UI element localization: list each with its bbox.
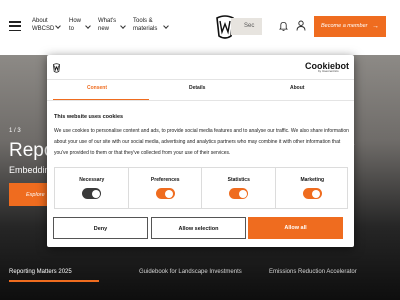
category-statistics: Statistics <box>202 168 276 208</box>
allow-all-button[interactable]: Allow all <box>248 217 343 239</box>
category-label: Marketing <box>300 177 325 183</box>
nav-tools-materials[interactable]: Tools & materials <box>133 17 157 33</box>
consent-categories: Necessary Preferences Statistics Marketi… <box>54 167 348 209</box>
menu-icon[interactable] <box>9 21 21 31</box>
cookiebot-tagline: by Usercentrics <box>318 69 339 73</box>
necessary-toggle <box>82 188 101 199</box>
marketing-toggle[interactable] <box>302 188 322 199</box>
category-label: Necessary <box>79 177 105 183</box>
deny-button[interactable]: Deny <box>53 217 148 239</box>
dialog-body-text: We use cookies to personalise content an… <box>54 128 349 156</box>
category-preferences: Preferences <box>129 168 202 208</box>
hero-subtitle: Embeddin <box>9 165 50 175</box>
site-header: About WBCSD How to What's new Tools & ma… <box>0 0 400 55</box>
hero-tab-emissions[interactable]: Emissions Reduction Accelerator <box>269 269 357 275</box>
nav-how-to[interactable]: How to <box>69 17 81 33</box>
category-label: Statistics <box>227 177 250 183</box>
preferences-toggle[interactable] <box>155 188 175 199</box>
hero-tab-reporting-matters[interactable]: Reporting Matters 2025 <box>9 269 72 275</box>
category-marketing: Marketing <box>276 168 350 208</box>
cookie-consent-dialog: Cookiebot by Usercentrics Consent Detail… <box>47 55 354 247</box>
tab-consent[interactable]: Consent <box>87 85 107 91</box>
wbcsd-logo <box>53 63 60 73</box>
toggle-knob <box>165 189 173 198</box>
nav-about-wbcsd[interactable]: About WBCSD <box>32 17 54 33</box>
toggle-knob <box>91 189 100 198</box>
allow-selection-button[interactable]: Allow selection <box>151 217 246 239</box>
arrow-right-icon: → <box>372 23 379 30</box>
nav-whats-new[interactable]: What's new <box>98 17 116 33</box>
become-member-button[interactable]: Become a member → <box>314 16 386 37</box>
search-input[interactable]: Sec <box>231 18 262 35</box>
active-tab-indicator <box>9 280 99 282</box>
statistics-toggle[interactable] <box>229 188 248 199</box>
slide-counter: 1 / 3 <box>9 128 21 134</box>
bell-icon[interactable] <box>279 21 288 31</box>
hero-tab-guidebook[interactable]: Guidebook for Landscape Investments <box>139 269 242 275</box>
chevron-down-icon <box>55 23 61 29</box>
become-member-label: Become a member <box>321 23 368 29</box>
dialog-title: This website uses cookies <box>54 114 124 120</box>
toggle-knob <box>238 189 247 198</box>
chevron-down-icon <box>163 23 169 29</box>
tab-about[interactable]: About <box>290 85 304 91</box>
divider <box>47 100 354 101</box>
tab-details[interactable]: Details <box>189 85 205 91</box>
category-label: Preferences <box>150 177 180 183</box>
toggle-knob <box>312 189 320 198</box>
user-icon[interactable] <box>296 20 306 31</box>
chevron-down-icon <box>120 23 126 29</box>
chevron-down-icon <box>85 23 91 29</box>
category-necessary: Necessary <box>55 168 129 208</box>
divider <box>47 79 354 80</box>
